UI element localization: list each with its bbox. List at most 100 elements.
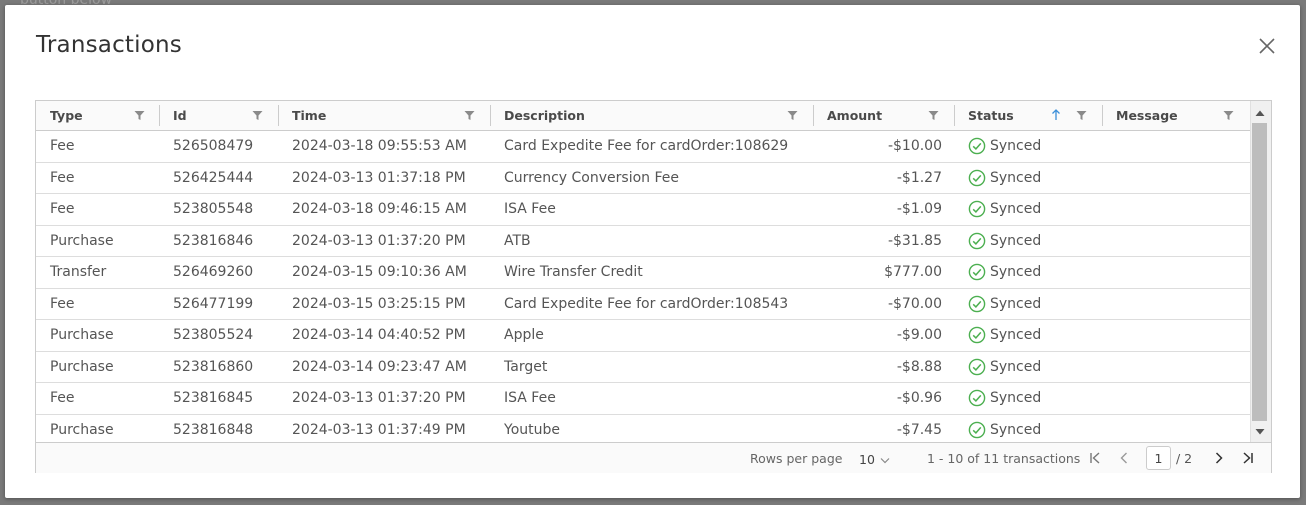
table-row[interactable]: Purchase 523805524 2024-03-14 04:40:52 P… [36, 320, 1250, 352]
cell-description: Card Expedite Fee for cardOrder:108543 [504, 295, 789, 312]
cell-time: 2024-03-18 09:46:15 AM [292, 201, 467, 217]
status-text: Synced [990, 232, 1042, 249]
cell-type: Fee [50, 295, 75, 312]
column-header-type[interactable]: Type [36, 101, 159, 130]
cell-status: Synced [968, 232, 1041, 250]
scroll-down-icon[interactable] [1254, 427, 1266, 437]
sort-ascending-icon[interactable] [1051, 109, 1061, 121]
status-text: Synced [990, 390, 1042, 406]
rows-per-page-select[interactable]: 10 [858, 449, 896, 469]
column-header-description[interactable]: Description [490, 101, 813, 130]
pagination-range-text: 1 - 10 of 11 transactions [927, 451, 1081, 466]
status-text: Synced [990, 327, 1042, 343]
status-text: Synced [990, 421, 1042, 438]
filter-icon[interactable] [928, 110, 939, 121]
column-header-amount[interactable]: Amount [813, 101, 954, 130]
cell-id: 526508479 [173, 138, 254, 154]
transactions-modal: Transactions Type Id Time Description Am… [5, 5, 1300, 498]
cell-amount: $777.00 [884, 264, 942, 280]
cell-time: 2024-03-14 04:40:52 PM [292, 327, 466, 343]
next-page-icon[interactable] [1212, 451, 1226, 465]
cell-type: Fee [50, 138, 75, 154]
page-number-input[interactable] [1146, 446, 1171, 470]
cell-time: 2024-03-13 01:37:20 PM [292, 390, 466, 406]
check-circle-icon [968, 389, 986, 407]
filter-icon[interactable] [134, 110, 145, 121]
cell-description: ISA Fee [504, 390, 556, 406]
cell-status: Synced [968, 358, 1041, 376]
close-button[interactable] [1257, 36, 1277, 56]
cell-id: 523816848 [173, 421, 254, 438]
cell-description: Wire Transfer Credit [504, 264, 643, 280]
status-text: Synced [990, 201, 1042, 217]
check-circle-icon [968, 137, 986, 155]
scroll-up-icon[interactable] [1254, 108, 1266, 118]
column-header-time[interactable]: Time [278, 101, 490, 130]
column-header-id[interactable]: Id [159, 101, 278, 130]
cell-id: 526425444 [173, 169, 254, 186]
table-row[interactable]: Fee 526425444 2024-03-13 01:37:18 PM Cur… [36, 163, 1250, 194]
cell-time: 2024-03-15 03:25:15 PM [292, 295, 466, 312]
first-page-icon[interactable] [1088, 451, 1102, 465]
cell-id: 523816845 [173, 390, 254, 406]
filter-icon[interactable] [252, 110, 263, 121]
cell-time: 2024-03-15 09:10:36 AM [292, 264, 467, 280]
table-row[interactable]: Purchase 523816846 2024-03-13 01:37:20 P… [36, 226, 1250, 257]
column-header-message[interactable]: Message [1102, 101, 1250, 130]
cell-type: Transfer [50, 264, 107, 280]
cell-amount: -$10.00 [887, 138, 942, 154]
cell-status: Synced [968, 421, 1041, 439]
check-circle-icon [968, 295, 986, 312]
grid-header: Type Id Time Description Amount Status M… [36, 101, 1250, 131]
column-label-id: Id [173, 108, 187, 123]
cell-amount: -$0.96 [896, 390, 942, 406]
table-row[interactable]: Fee 526477199 2024-03-15 03:25:15 PM Car… [36, 289, 1250, 320]
cell-description: Youtube [504, 421, 560, 438]
filter-icon[interactable] [787, 110, 798, 121]
check-circle-icon [968, 232, 986, 249]
cell-description: Target [504, 358, 548, 375]
check-circle-icon [968, 200, 986, 218]
column-label-amount: Amount [827, 108, 883, 123]
close-icon [1259, 38, 1275, 54]
filter-icon[interactable] [1223, 110, 1234, 121]
cell-type: Purchase [50, 327, 114, 343]
transactions-grid: Type Id Time Description Amount Status M… [35, 100, 1272, 473]
cell-amount: -$8.88 [896, 358, 942, 375]
cell-amount: -$31.85 [887, 232, 942, 249]
last-page-icon[interactable] [1241, 451, 1255, 465]
table-row[interactable]: Transfer 526469260 2024-03-15 09:10:36 A… [36, 257, 1250, 289]
cell-time: 2024-03-13 01:37:18 PM [292, 169, 466, 186]
cell-amount: -$9.00 [896, 327, 942, 343]
cell-status: Synced [968, 295, 1041, 313]
cell-amount: -$70.00 [887, 295, 942, 312]
cell-status: Synced [968, 263, 1041, 281]
cell-type: Purchase [50, 421, 114, 438]
filter-icon[interactable] [1076, 110, 1087, 121]
cell-id: 526469260 [173, 264, 254, 280]
table-row[interactable]: Fee 523805548 2024-03-18 09:46:15 AM ISA… [36, 194, 1250, 226]
cell-description: ISA Fee [504, 201, 556, 217]
table-row[interactable]: Purchase 523816860 2024-03-14 09:23:47 A… [36, 352, 1250, 383]
column-label-type: Type [50, 108, 83, 123]
column-header-status[interactable]: Status [954, 101, 1102, 130]
status-text: Synced [990, 295, 1042, 312]
check-circle-icon [968, 263, 986, 281]
scrollbar-thumb[interactable] [1252, 123, 1267, 421]
chevron-down-icon [880, 458, 890, 464]
table-row[interactable]: Fee 526508479 2024-03-18 09:55:53 AM Car… [36, 131, 1250, 163]
table-row[interactable]: Fee 523816845 2024-03-13 01:37:20 PM ISA… [36, 383, 1250, 415]
modal-title: Transactions [36, 32, 182, 58]
check-circle-icon [968, 358, 986, 375]
pagination-footer: Rows per page 10 1 - 10 of 11 transactio… [36, 442, 1271, 473]
status-text: Synced [990, 358, 1042, 375]
cell-type: Purchase [50, 232, 114, 249]
cell-time: 2024-03-18 09:55:53 AM [292, 138, 467, 154]
check-circle-icon [968, 169, 986, 186]
prev-page-icon[interactable] [1117, 451, 1131, 465]
cell-type: Fee [50, 169, 75, 186]
cell-amount: -$7.45 [896, 421, 942, 438]
cell-type: Fee [50, 201, 75, 217]
filter-icon[interactable] [464, 110, 475, 121]
check-circle-icon [968, 326, 986, 344]
